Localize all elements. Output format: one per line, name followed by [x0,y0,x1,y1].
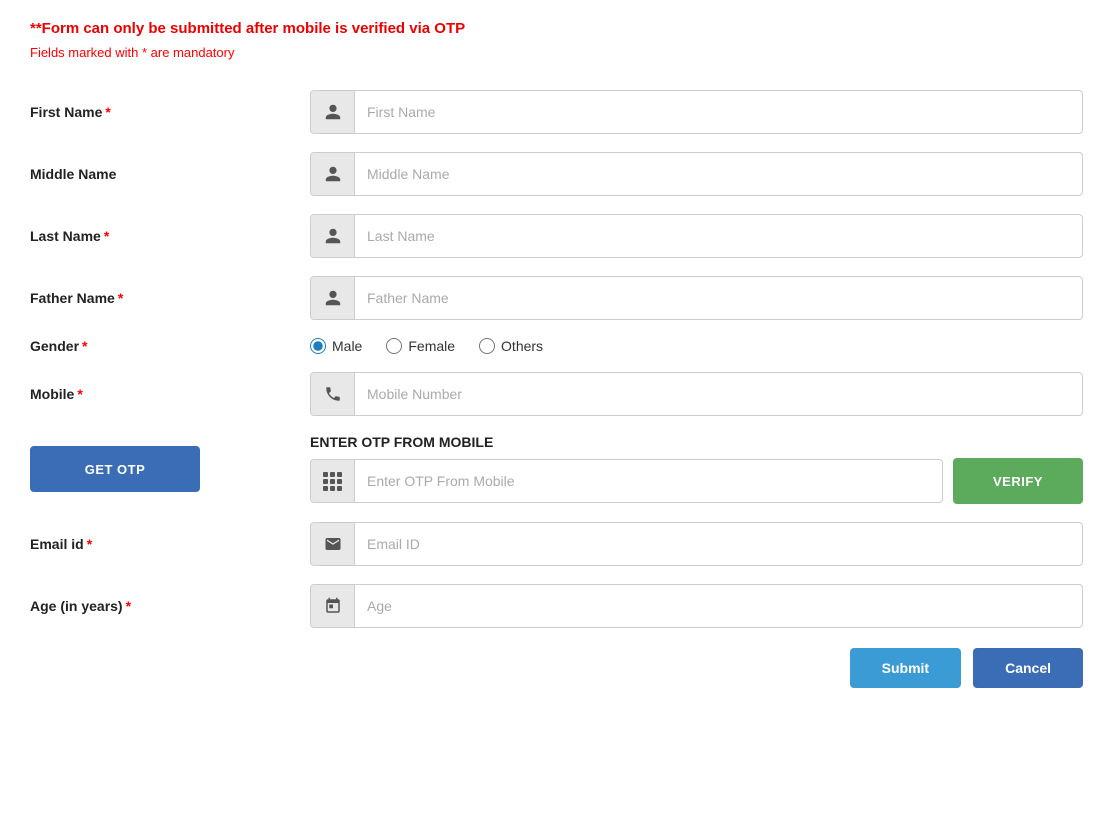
age-row: Age (in years)* [30,584,1083,628]
father-name-input[interactable] [355,280,1082,316]
mobile-label: Mobile* [30,386,310,402]
submit-button[interactable]: Submit [850,648,961,688]
person-icon [311,91,355,133]
middle-name-label: Middle Name [30,166,310,182]
mobile-row: Mobile* [30,372,1083,416]
registration-form: First Name* Middle Name Last [30,90,1083,688]
gender-others-label: Others [501,338,543,354]
calendar-icon [311,585,355,627]
last-name-input[interactable] [355,218,1082,254]
email-input-wrapper [310,522,1083,566]
otp-row: GET OTP ENTER OTP FROM MOBILE VERIFY [30,434,1083,504]
otp-input-row: VERIFY [310,458,1083,504]
first-name-input-wrapper [310,90,1083,134]
otp-section: ENTER OTP FROM MOBILE VERIFY [310,434,1083,504]
age-input[interactable] [355,588,1082,624]
email-icon [311,523,355,565]
otp-section-label: ENTER OTP FROM MOBILE [310,434,1083,450]
cancel-button[interactable]: Cancel [973,648,1083,688]
mobile-input-wrapper [310,372,1083,416]
verify-button[interactable]: VERIFY [953,458,1083,504]
middle-name-input[interactable] [355,156,1082,192]
father-name-row: Father Name* [30,276,1083,320]
gender-male-label: Male [332,338,362,354]
age-input-wrapper [310,584,1083,628]
gender-male-radio[interactable] [310,338,326,354]
gender-female-radio[interactable] [386,338,402,354]
middle-name-row: Middle Name [30,152,1083,196]
mobile-input[interactable] [355,376,1082,412]
gender-female-option[interactable]: Female [386,338,455,354]
gender-others-radio[interactable] [479,338,495,354]
get-otp-button[interactable]: GET OTP [30,446,200,492]
first-name-input[interactable] [355,94,1082,130]
mandatory-note: Fields marked with * are mandatory [30,45,1083,60]
phone-icon [311,373,355,415]
last-name-row: Last Name* [30,214,1083,258]
email-input[interactable] [355,526,1082,562]
person-icon-4 [311,277,355,319]
otp-input[interactable] [355,463,942,499]
middle-name-input-wrapper [310,152,1083,196]
last-name-label: Last Name* [30,228,310,244]
otp-warning-text: **Form can only be submitted after mobil… [30,20,1083,37]
gender-options: Male Female Others [310,338,543,354]
age-label: Age (in years)* [30,598,310,614]
gender-others-option[interactable]: Others [479,338,543,354]
person-icon-2 [311,153,355,195]
person-icon-3 [311,215,355,257]
first-name-label: First Name* [30,104,310,120]
last-name-input-wrapper [310,214,1083,258]
father-name-label: Father Name* [30,290,310,306]
father-name-input-wrapper [310,276,1083,320]
get-otp-btn-wrapper: GET OTP [30,446,310,492]
email-row: Email id* [30,522,1083,566]
gender-female-label: Female [408,338,455,354]
gender-male-option[interactable]: Male [310,338,362,354]
otp-input-wrapper [310,459,943,503]
form-actions: Submit Cancel [30,648,1083,688]
gender-row: Gender* Male Female Others [30,338,1083,354]
grid-icon [311,460,355,502]
first-name-row: First Name* [30,90,1083,134]
gender-label: Gender* [30,338,310,354]
email-label: Email id* [30,536,310,552]
